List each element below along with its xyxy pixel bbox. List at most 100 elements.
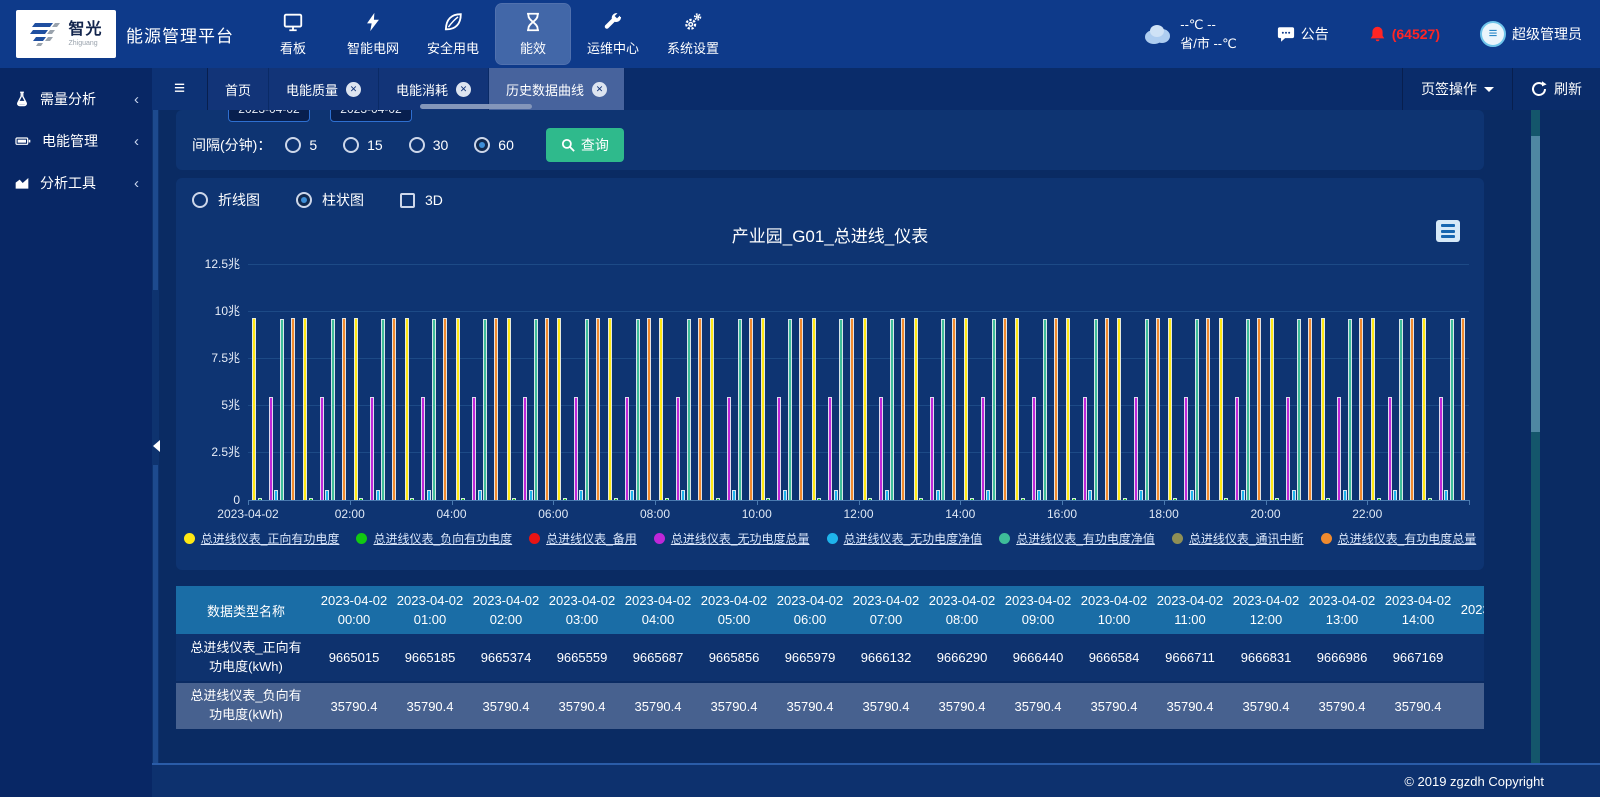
bar-总进线仪表_负向有功电度 — [716, 498, 720, 500]
tab-label: 历史数据曲线 — [506, 80, 584, 99]
nav-item-能效[interactable]: 能效 — [496, 4, 570, 64]
alert-button[interactable]: (64527) — [1369, 25, 1440, 43]
bar-总进线仪表_有功电度总量 — [1105, 318, 1109, 500]
horizontal-scrollbar-thumb[interactable] — [420, 104, 532, 109]
query-panel: 间隔(分钟)： 5153060 查询 — [176, 110, 1484, 170]
close-icon[interactable]: ✕ — [346, 82, 361, 97]
table-cell: 9666831 — [1228, 634, 1304, 682]
bar-总进线仪表_负向有功电度 — [766, 498, 770, 500]
legend-item-总进线仪表_有功电度总量[interactable]: 总进线仪表_有功电度总量 — [1321, 530, 1477, 547]
radio-icon[interactable] — [285, 137, 301, 153]
bar-总进线仪表_无功电度总量 — [421, 397, 425, 500]
legend-item-总进线仪表_无功电度总量[interactable]: 总进线仪表_无功电度总量 — [654, 530, 810, 547]
avatar: ≡ — [1480, 21, 1506, 47]
nav-item-看板[interactable]: 看板 — [256, 4, 330, 64]
table-row: 总进线仪表_负向有功电度(kWh)35790.435790.435790.435… — [176, 682, 1484, 730]
bar-总进线仪表_有功电度净值 — [331, 319, 335, 500]
y-axis-label: 0 — [182, 493, 240, 507]
radio-icon[interactable] — [474, 137, 490, 153]
search-button[interactable]: 查询 — [546, 128, 624, 162]
bar-总进线仪表_有功电度总量 — [1003, 318, 1007, 500]
legend-label: 总进线仪表_正向有功电度 — [201, 530, 340, 547]
sidebar-toggle-button[interactable]: ≡ — [152, 68, 208, 110]
nav-item-安全用电[interactable]: 安全用电 — [416, 4, 490, 64]
bar-总进线仪表_有功电度净值 — [687, 319, 691, 500]
end-date-input[interactable] — [330, 110, 412, 122]
table-cell: 35790.4 — [1304, 682, 1380, 730]
close-icon[interactable]: ✕ — [456, 82, 471, 97]
chart-legend: 总进线仪表_正向有功电度总进线仪表_负向有功电度总进线仪表_备用总进线仪表_无功… — [176, 530, 1484, 547]
bar-总进线仪表_正向有功电度 — [1066, 318, 1070, 500]
close-icon[interactable]: ✕ — [592, 82, 607, 97]
bar-总进线仪表_负向有功电度 — [1326, 498, 1330, 500]
x-axis-label: 12:00 — [813, 507, 905, 521]
nav-item-智能电网[interactable]: 智能电网 — [336, 4, 410, 64]
legend-dot-icon — [529, 533, 540, 544]
radio-icon[interactable] — [409, 137, 425, 153]
bar-总进线仪表_有功电度总量 — [1461, 318, 1465, 500]
interval-option-5[interactable]: 5 — [285, 137, 317, 153]
bar-总进线仪表_有功电度总量 — [1054, 318, 1058, 500]
bar-总进线仪表_有功电度净值 — [1043, 319, 1047, 500]
bar-总进线仪表_有功电度净值 — [1297, 319, 1301, 500]
bar-group — [659, 266, 702, 500]
sidebar-item-分析工具[interactable]: 分析工具‹ — [0, 162, 152, 204]
interval-option-60[interactable]: 60 — [474, 137, 514, 153]
sidebar-item-需量分析[interactable]: 需量分析‹ — [0, 78, 152, 120]
announcement-button[interactable]: 公告 — [1277, 24, 1329, 44]
interval-option-label: 30 — [433, 137, 449, 153]
bar-总进线仪表_正向有功电度 — [761, 318, 765, 500]
interval-option-15[interactable]: 15 — [343, 137, 383, 153]
line-chart-radio[interactable] — [192, 192, 208, 208]
x-axis-tick — [960, 500, 961, 505]
bar-group — [252, 266, 295, 500]
legend-item-总进线仪表_无功电度净值[interactable]: 总进线仪表_无功电度净值 — [827, 530, 983, 547]
bar-chart-radio[interactable] — [296, 192, 312, 208]
tab-首页[interactable]: 首页 — [208, 68, 269, 110]
start-date-input[interactable] — [228, 110, 310, 122]
vertical-scrollbar-thumb[interactable] — [1531, 136, 1540, 432]
bar-总进线仪表_无功电度总量 — [1337, 397, 1341, 500]
vertical-scrollbar[interactable] — [1531, 110, 1540, 763]
legend-item-总进线仪表_备用[interactable]: 总进线仪表_备用 — [529, 530, 637, 547]
bar-总进线仪表_有功电度净值 — [839, 319, 843, 500]
tab-operations-button[interactable]: 页签操作 — [1402, 68, 1512, 110]
bar-group — [812, 266, 855, 500]
legend-item-总进线仪表_负向有功电度[interactable]: 总进线仪表_负向有功电度 — [356, 530, 512, 547]
left-scrollbar[interactable] — [152, 110, 159, 763]
nav-item-系统设置[interactable]: 系统设置 — [656, 4, 730, 64]
chart-title: 产业园_G01_总进线_仪表 — [176, 222, 1484, 247]
chart-menu-icon[interactable] — [1436, 220, 1460, 242]
bar-总进线仪表_负向有功电度 — [1123, 498, 1127, 500]
table-cell: 9665687 — [620, 634, 696, 682]
bar-总进线仪表_有功电度总量 — [1257, 318, 1261, 500]
bar-group — [1168, 266, 1211, 500]
legend-item-总进线仪表_有功电度净值[interactable]: 总进线仪表_有功电度净值 — [999, 530, 1155, 547]
bar-总进线仪表_有功电度总量 — [443, 318, 447, 500]
bar-总进线仪表_无功电度总量 — [930, 397, 934, 500]
bar-总进线仪表_无功电度净值 — [986, 490, 990, 500]
legend-item-总进线仪表_通讯中断[interactable]: 总进线仪表_通讯中断 — [1172, 530, 1304, 547]
table-cell: 35790.4 — [772, 682, 848, 730]
bar-总进线仪表_有功电度总量 — [799, 318, 803, 500]
bar-总进线仪表_无功电度净值 — [681, 490, 685, 500]
sidebar-item-电能管理[interactable]: 电能管理‹ — [0, 120, 152, 162]
search-label: 查询 — [581, 135, 609, 155]
interval-option-30[interactable]: 30 — [409, 137, 449, 153]
bar-总进线仪表_负向有功电度 — [1224, 498, 1228, 500]
tab-电能质量[interactable]: 电能质量✕ — [269, 68, 379, 110]
nav-item-运维中心[interactable]: 运维中心 — [576, 4, 650, 64]
bolt-icon — [362, 11, 384, 33]
sidebar-collapse-arrow-icon[interactable] — [153, 440, 160, 452]
3d-checkbox[interactable] — [400, 193, 415, 208]
bar-总进线仪表_无功电度净值 — [783, 490, 787, 500]
bar-总进线仪表_有功电度总量 — [342, 318, 346, 500]
bar-总进线仪表_有功电度总量 — [749, 318, 753, 500]
radio-icon[interactable] — [343, 137, 359, 153]
x-axis-tick — [553, 500, 554, 505]
legend-item-总进线仪表_正向有功电度[interactable]: 总进线仪表_正向有功电度 — [184, 530, 340, 547]
refresh-button[interactable]: 刷新 — [1512, 68, 1600, 110]
user-menu[interactable]: ≡ 超级管理员 — [1480, 21, 1582, 47]
table-header-cell: 2023-04-0213:00 — [1304, 586, 1380, 634]
bar-总进线仪表_无功电度净值 — [732, 490, 736, 500]
